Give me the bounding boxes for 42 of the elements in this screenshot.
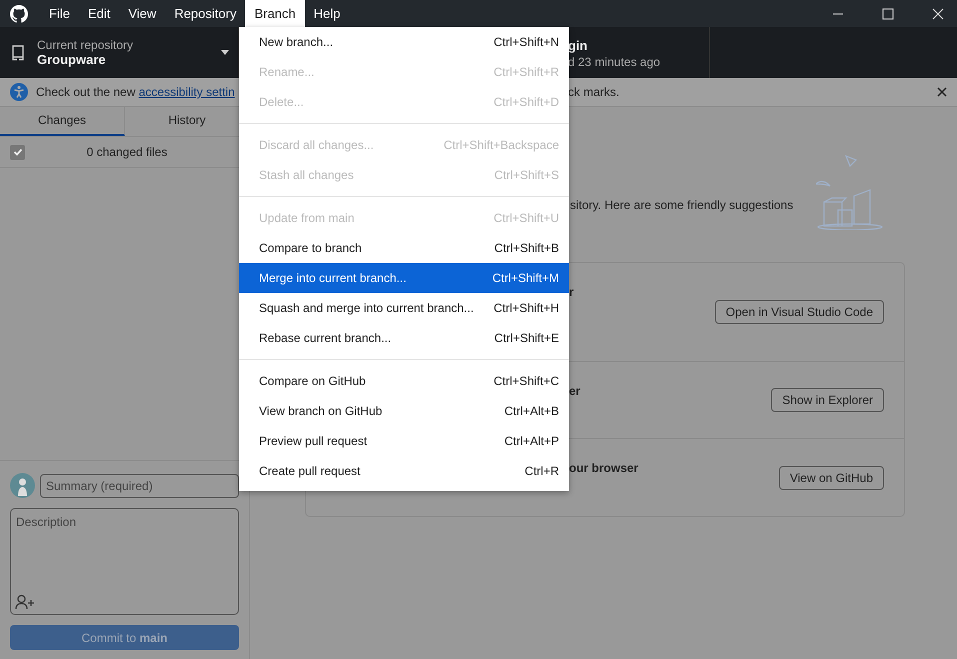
menu-bar-item[interactable]: View (119, 0, 166, 27)
menu-item[interactable]: Create pull request Ctrl+R (239, 456, 569, 486)
suggestion-title: r (569, 285, 575, 299)
menu-item[interactable]: New branch... Ctrl+Shift+N (239, 27, 569, 57)
avatar-icon (10, 473, 35, 498)
menu-item[interactable]: Compare on GitHub Ctrl+Shift+C (239, 366, 569, 396)
suggestion-title: er (569, 384, 582, 398)
menu-bar-item[interactable]: Help (304, 0, 350, 27)
menu-item[interactable]: View branch on GitHub Ctrl+Alt+B (239, 396, 569, 426)
changed-files-count: 0 changed files (86, 145, 168, 159)
description-field[interactable]: Description (10, 508, 239, 615)
suggestion-button[interactable]: View on GitHub (778, 466, 884, 490)
suggestions-text: sitory. Here are some friendly suggestions (570, 198, 794, 212)
suggestion-title: our browser (569, 461, 640, 475)
select-all-checkbox[interactable] (10, 144, 25, 160)
accessibility-icon (10, 83, 28, 101)
menu-bar-item[interactable]: Repository (165, 0, 246, 27)
checkmark-icon (12, 147, 22, 157)
banner-text-fragment: ck marks. (568, 85, 620, 99)
fetch-title: gin (568, 38, 588, 53)
menu-item[interactable]: Compare to branch Ctrl+Shift+B (239, 233, 569, 263)
accessibility-settings-link[interactable]: accessibility settin (138, 85, 235, 99)
menu-item[interactable]: Merge into current branch... Ctrl+Shift+M (239, 263, 569, 293)
banner-text: Check out the new (36, 85, 136, 99)
caret-icon (221, 50, 229, 55)
menu-bar-item[interactable]: Branch (245, 0, 305, 27)
menu-item[interactable]: Preview pull request Ctrl+Alt+P (239, 426, 569, 456)
menu-bar-item[interactable]: Edit (78, 0, 120, 27)
repository-icon (11, 44, 25, 60)
github-logo-icon (10, 4, 28, 22)
menu-item[interactable]: Rebase current branch... Ctrl+Shift+E (239, 323, 569, 353)
summary-field[interactable]: Summary (required) (40, 474, 239, 498)
maximize-icon[interactable] (882, 8, 894, 20)
menu-item[interactable]: Squash and merge into current branch... Ctrl+Shift+H (239, 293, 569, 323)
suggestion-button[interactable]: Open in Visual Studio Code (714, 300, 884, 324)
suggestion-button[interactable]: Show in Explorer (771, 388, 884, 412)
repository-label: Current repository (37, 38, 134, 52)
repository-name: Groupware (37, 52, 107, 67)
tab[interactable]: Changes (0, 107, 125, 136)
menu-bar-item[interactable]: File (40, 0, 79, 27)
close-icon[interactable] (937, 87, 947, 97)
add-coauthor-icon[interactable] (15, 594, 35, 610)
